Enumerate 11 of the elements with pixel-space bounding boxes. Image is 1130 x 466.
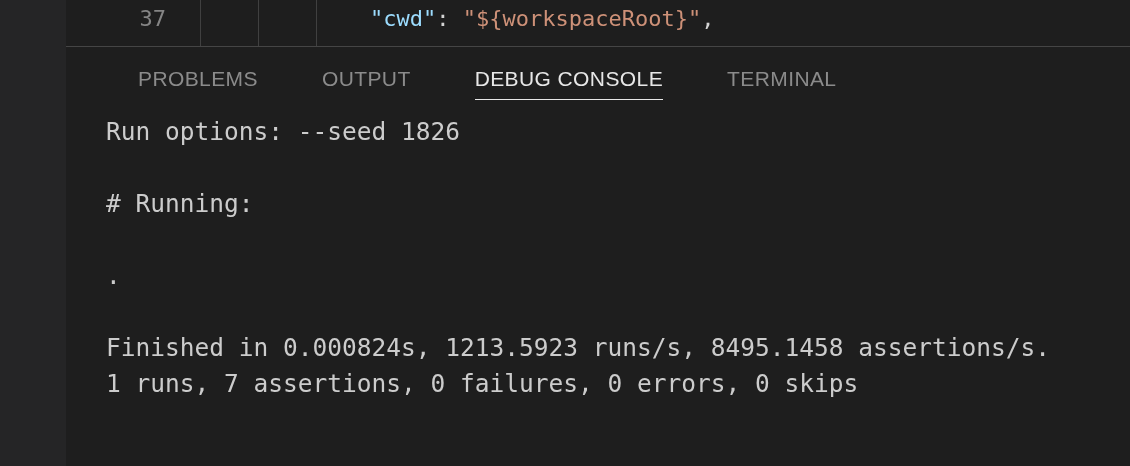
code-line: "cwd": "${workspaceRoot}", <box>370 5 715 31</box>
console-line: . <box>106 260 122 292</box>
panel-tab[interactable]: DEBUG CONSOLE <box>474 63 664 100</box>
panel-tab[interactable]: PROBLEMS <box>138 63 258 100</box>
panel-tab[interactable]: TERMINAL <box>727 63 837 100</box>
console-line: # Running: <box>106 188 255 220</box>
panel-tab[interactable]: OUTPUT <box>321 63 411 100</box>
line-number: 37 <box>138 5 166 31</box>
console-line: Run options: --seed 1826 <box>106 116 461 148</box>
console-line: 1 runs, 7 assertions, 0 failures, 0 errors, 0 skips <box>106 368 860 400</box>
console-line: Finished in 0.000824s, 1213.5923 runs/s, 8495.1458 assertions/s. <box>106 332 1051 364</box>
